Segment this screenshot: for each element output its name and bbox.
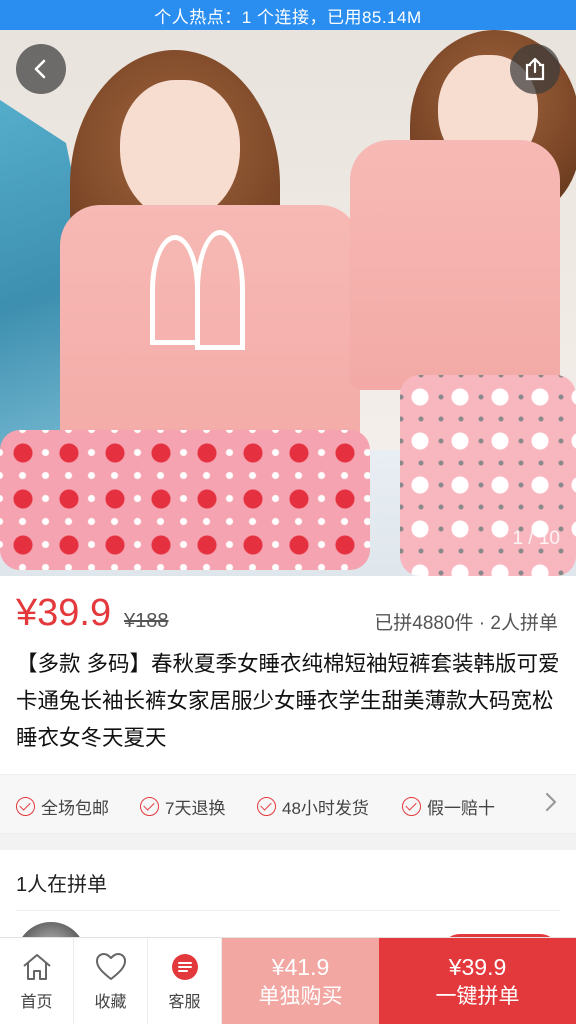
- customer-service-icon: [171, 953, 198, 980]
- promise-label: 假一赔十: [427, 799, 495, 818]
- chevron-left-icon: [34, 59, 46, 79]
- nav-favorite[interactable]: 收藏: [74, 938, 148, 1024]
- product-image-gallery[interactable]: 1 / 10: [0, 30, 576, 576]
- group-price: ¥39.9: [16, 592, 112, 634]
- product-title: 【多款 多码】春秋夏季女睡衣纯棉短袖短裤套装韩版可爱卡通兔长袖长裤女家居服少女睡…: [16, 652, 560, 750]
- hotspot-status-text: 个人热点：1 个连接，已用85.14M: [154, 7, 422, 27]
- back-button[interactable]: [16, 44, 66, 94]
- buy-group-button[interactable]: ¥39.9 一键拼单: [379, 938, 576, 1024]
- check-circle-icon: [257, 797, 276, 816]
- product-photo-model-left: [0, 30, 380, 576]
- group-buy-section: 1人在拼单: [0, 850, 576, 992]
- buy-group-label: 一键拼单: [435, 984, 520, 1008]
- nav-home-label: 首页: [20, 993, 53, 1011]
- sold-count: 已拼4880件 · 2人拼单: [374, 613, 558, 634]
- price-row: ¥39.9 ¥188 已拼4880件 · 2人拼单: [0, 576, 576, 646]
- check-circle-icon: [16, 797, 35, 816]
- buy-group-price: ¥39.9: [448, 953, 507, 980]
- buy-alone-button[interactable]: ¥41.9 单独购买: [222, 938, 379, 1024]
- divider: [16, 910, 560, 911]
- image-pager: 1 / 10: [512, 528, 560, 549]
- share-icon: [525, 57, 545, 81]
- promise-7day-return: 7天退换: [140, 794, 225, 819]
- promise-48h-shipping: 48小时发货: [257, 794, 369, 819]
- heart-icon: [95, 952, 126, 980]
- group-buy-title: 1人在拼单: [16, 874, 108, 896]
- chevron-right-icon[interactable]: [544, 791, 558, 820]
- product-photo-model-right: [350, 30, 576, 576]
- promise-label: 7天退换: [165, 799, 226, 818]
- hotspot-status-bar[interactable]: 个人热点：1 个连接，已用85.14M: [0, 0, 576, 30]
- section-divider: [0, 834, 576, 850]
- home-icon: [22, 953, 51, 980]
- promise-label: 全场包邮: [41, 799, 109, 818]
- check-circle-icon: [140, 797, 159, 816]
- buy-alone-label: 单独购买: [258, 984, 343, 1008]
- promise-label: 48小时发货: [282, 799, 369, 818]
- promise-fake-compensate: 假一赔十: [402, 794, 495, 819]
- service-promises[interactable]: 全场包邮 7天退换 48小时发货 假一赔十: [0, 774, 576, 834]
- promise-free-shipping: 全场包邮: [16, 794, 109, 819]
- nav-service[interactable]: 客服: [148, 938, 222, 1024]
- bottom-action-bar: 首页 收藏 客服 ¥41.9 单独购买 ¥39.9 一键拼单: [0, 937, 576, 1024]
- nav-favorite-label: 收藏: [94, 993, 127, 1011]
- nav-home[interactable]: 首页: [0, 938, 74, 1024]
- original-price: ¥188: [124, 610, 169, 632]
- share-button[interactable]: [510, 44, 560, 94]
- nav-service-label: 客服: [168, 993, 201, 1011]
- check-circle-icon: [402, 797, 421, 816]
- buy-alone-price: ¥41.9: [271, 953, 330, 980]
